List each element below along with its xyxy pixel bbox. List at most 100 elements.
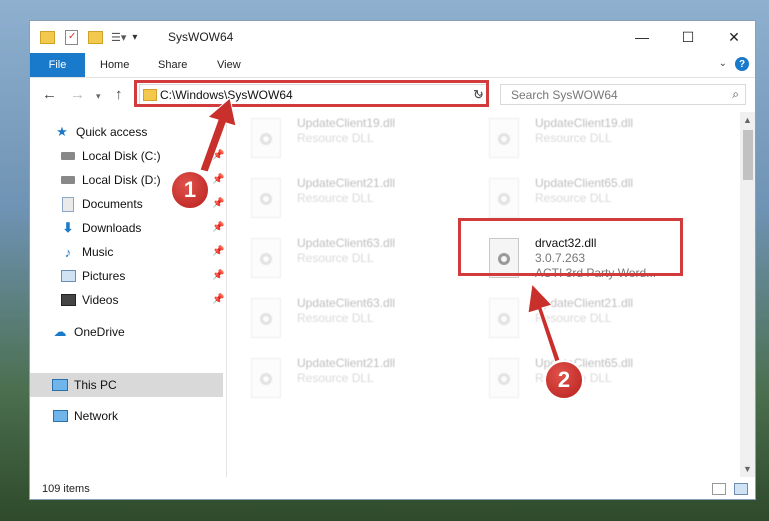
music-icon: ♪ <box>64 244 72 260</box>
tab-file[interactable]: File <box>30 53 85 77</box>
sidebar-item-local-disk-c[interactable]: Local Disk (C:) <box>60 145 161 167</box>
file-type: Resource DLL <box>297 251 374 265</box>
help-icon[interactable]: ? <box>735 57 749 71</box>
star-icon: ★ <box>56 124 68 139</box>
sidebar-item-documents[interactable]: Documents <box>60 193 143 215</box>
file-name: UpdateClient21.dll <box>297 176 396 190</box>
file-type: Resource DLL <box>297 131 374 145</box>
minimize-button[interactable]: — <box>619 21 665 53</box>
file-list: UpdateClient19.dll Resource DLL UpdateCl… <box>227 112 740 477</box>
dll-file-icon <box>251 118 281 158</box>
dll-file-icon <box>251 238 281 278</box>
item-count: 109 items <box>42 483 90 495</box>
file-name: UpdateClient19.dll <box>297 116 396 130</box>
sidebar-item-this-pc[interactable]: This PC <box>30 373 223 397</box>
expand-ribbon-chevron-icon[interactable]: ⌄ <box>719 58 727 69</box>
address-highlight-box <box>134 80 489 107</box>
list-item[interactable]: UpdateClient63.dll Resource DLL <box>227 232 457 282</box>
dll-file-icon <box>251 178 281 218</box>
list-item[interactable]: UpdateClient19.dll Resource DLL <box>465 112 695 162</box>
back-arrow-icon[interactable]: ← <box>42 86 57 103</box>
file-type: Resource DLL <box>297 311 374 325</box>
pin-icon[interactable]: 📌 <box>212 174 224 185</box>
list-item[interactable]: UpdateClient21.dll Resource DLL <box>227 172 457 222</box>
sidebar-item-label: Videos <box>82 293 119 307</box>
search-input[interactable]: Search SysWOW64 ⌕ <box>500 84 746 105</box>
list-item[interactable]: UpdateClient19.dll Resource DLL <box>227 112 457 162</box>
close-button[interactable]: ✕ <box>711 21 755 53</box>
pin-icon[interactable]: 📌 <box>212 198 224 209</box>
view-options-icon[interactable]: ☰▾ <box>111 31 126 44</box>
up-arrow-icon[interactable]: ↑ <box>115 86 123 103</box>
status-bar: 109 items <box>30 477 755 499</box>
forward-arrow-icon[interactable]: → <box>70 86 85 103</box>
tab-view[interactable]: View <box>217 53 241 77</box>
new-folder-icon[interactable] <box>88 30 103 44</box>
search-placeholder: Search SysWOW64 <box>511 88 618 102</box>
dll-file-icon <box>489 358 519 398</box>
folder-icon[interactable] <box>40 30 55 44</box>
drive-icon <box>60 173 76 187</box>
quick-access-toolbar: ✓ ☰▾ ▾ <box>40 29 137 45</box>
maximize-button[interactable]: ☐ <box>665 21 711 53</box>
sidebar-item-videos[interactable]: Videos <box>60 289 118 311</box>
dll-file-icon <box>489 178 519 218</box>
file-type: Resource DLL <box>535 311 612 325</box>
large-icons-view-icon[interactable] <box>734 483 748 495</box>
vertical-scrollbar[interactable]: ▲ ▼ <box>740 112 755 477</box>
pin-icon[interactable]: 📌 <box>212 246 224 257</box>
tab-home[interactable]: Home <box>100 53 129 77</box>
list-item[interactable]: UpdateClient21.dll Resource DLL <box>465 292 695 342</box>
sidebar-item-downloads[interactable]: ⬇ Downloads <box>60 217 142 239</box>
file-type: Resource DLL <box>535 191 612 205</box>
download-icon: ⬇ <box>62 220 74 235</box>
scroll-down-arrow-icon[interactable]: ▼ <box>743 464 752 474</box>
properties-icon[interactable]: ✓ <box>65 29 78 45</box>
network-icon <box>52 409 68 423</box>
file-name: UpdateClient19.dll <box>535 116 634 130</box>
file-name: UpdateClient65.dll <box>535 176 634 190</box>
ribbon-tabs: File Home Share View ⌄ ? <box>30 53 755 78</box>
sidebar-item-music[interactable]: ♪ Music <box>60 241 114 263</box>
sidebar-item-label: Music <box>82 245 114 259</box>
file-name: UpdateClient63.dll <box>297 236 396 250</box>
list-item[interactable]: UpdateClient65.dll Resource DLL <box>465 172 695 222</box>
file-type: Resource DLL <box>297 371 374 385</box>
sidebar-item-label: Quick access <box>76 125 148 139</box>
list-item[interactable]: UpdateClient21.dll Resource DLL <box>227 352 457 402</box>
details-view-icon[interactable] <box>712 483 726 495</box>
sidebar-item-label: Downloads <box>82 221 142 235</box>
navigation-pane: ★ Quick access Local Disk (C:) 📌 Local D… <box>30 112 225 477</box>
dll-file-icon <box>251 298 281 338</box>
list-item[interactable]: UpdateClient63.dll Resource DLL <box>227 292 457 342</box>
sidebar-item-pictures[interactable]: Pictures <box>60 265 125 287</box>
documents-icon <box>60 196 76 212</box>
file-highlight-box <box>458 218 683 276</box>
callout-badge-1: 1 <box>170 170 210 210</box>
pin-icon[interactable]: 📌 <box>212 150 224 161</box>
scroll-up-arrow-icon[interactable]: ▲ <box>743 115 752 125</box>
file-type: Resource DLL <box>297 191 374 205</box>
scrollbar-thumb[interactable] <box>743 130 753 180</box>
sidebar-item-onedrive[interactable]: ☁ OneDrive <box>52 321 125 343</box>
sidebar-item-local-disk-d[interactable]: Local Disk (D:) <box>60 169 161 191</box>
tab-share[interactable]: Share <box>158 53 187 77</box>
file-name: UpdateClient21.dll <box>535 296 634 310</box>
sidebar-item-label: Local Disk (D:) <box>82 173 161 187</box>
sidebar-item-label: Local Disk (C:) <box>82 149 161 163</box>
drive-icon <box>60 149 76 163</box>
sidebar-item-label: Pictures <box>82 269 126 283</box>
sidebar-item-label: Documents <box>82 197 143 211</box>
videos-icon <box>60 293 76 307</box>
sidebar-item-label: OneDrive <box>74 325 125 339</box>
file-type: Resource DLL <box>535 131 612 145</box>
sidebar-item-quick-access[interactable]: ★ Quick access <box>54 121 147 143</box>
pin-icon[interactable]: 📌 <box>212 294 224 305</box>
pin-icon[interactable]: 📌 <box>212 270 224 281</box>
pin-icon[interactable]: 📌 <box>212 222 224 233</box>
customize-toolbar-chevron-icon[interactable]: ▾ <box>132 32 137 43</box>
recent-locations-chevron-icon[interactable]: ▾ <box>96 91 101 102</box>
title-bar: ✓ ☰▾ ▾ SysWOW64 — ☐ ✕ <box>30 21 755 53</box>
sidebar-item-network[interactable]: Network <box>52 405 118 427</box>
sidebar-item-label: This PC <box>74 378 117 392</box>
